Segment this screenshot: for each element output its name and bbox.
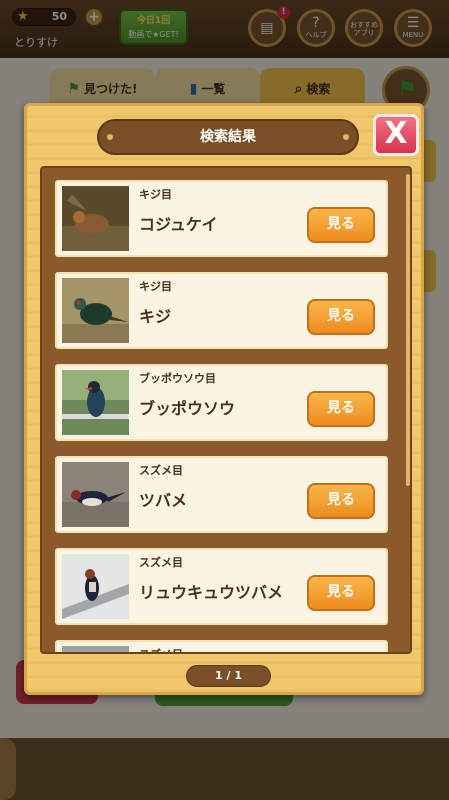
bird-photo-partial <box>62 646 129 652</box>
list-item[interactable]: キジ目 キジ 見る <box>55 272 388 349</box>
view-button[interactable]: 見る <box>307 575 375 611</box>
bird-name: コジュケイ <box>139 215 218 234</box>
list-item[interactable]: スズメ目 リュウキュウツバメ 見る <box>55 548 388 625</box>
bird-photo-kojukei <box>62 186 129 251</box>
page-indicator: 1 / 1 <box>186 665 271 687</box>
close-button[interactable]: X <box>373 114 419 156</box>
view-button[interactable]: 見る <box>307 207 375 243</box>
list-item[interactable]: スズメ目 <box>55 640 388 652</box>
bird-photo-tsubame <box>62 462 129 527</box>
bird-name: ブッポウソウ <box>139 399 236 418</box>
title-rivet-icon <box>107 134 113 140</box>
view-button[interactable]: 見る <box>307 483 375 519</box>
bird-photo-bupposo <box>62 370 129 435</box>
view-button[interactable]: 見る <box>307 299 375 335</box>
bird-photo-ryukyu-tsubame <box>62 554 129 619</box>
search-results-modal: 検索結果 X キジ目 コジュケイ 見る キジ目 キジ 見る ブッポウソウ目 ブッ… <box>24 103 424 695</box>
view-button[interactable]: 見る <box>307 391 375 427</box>
bird-order: キジ目 <box>139 280 172 293</box>
list-item[interactable]: ブッポウソウ目 ブッポウソウ 見る <box>55 364 388 441</box>
list-item[interactable]: キジ目 コジュケイ 見る <box>55 180 388 257</box>
bird-name: キジ <box>139 307 172 326</box>
modal-title: 検索結果 <box>200 129 256 145</box>
bird-order: スズメ目 <box>139 556 183 569</box>
scrollbar[interactable] <box>406 174 410 486</box>
bird-order: スズメ目 <box>139 646 183 652</box>
title-rivet-icon <box>343 134 349 140</box>
bird-order: ブッポウソウ目 <box>139 372 216 385</box>
results-list[interactable]: キジ目 コジュケイ 見る キジ目 キジ 見る ブッポウソウ目 ブッポウソウ 見る… <box>40 166 412 654</box>
bird-name: ツバメ <box>139 491 188 510</box>
bird-photo-kiji <box>62 278 129 343</box>
modal-title-bar: 検索結果 <box>97 119 359 155</box>
bird-name: リュウキュウツバメ <box>139 583 284 602</box>
bird-order: スズメ目 <box>139 464 183 477</box>
list-item[interactable]: スズメ目 ツバメ 見る <box>55 456 388 533</box>
bird-order: キジ目 <box>139 188 172 201</box>
